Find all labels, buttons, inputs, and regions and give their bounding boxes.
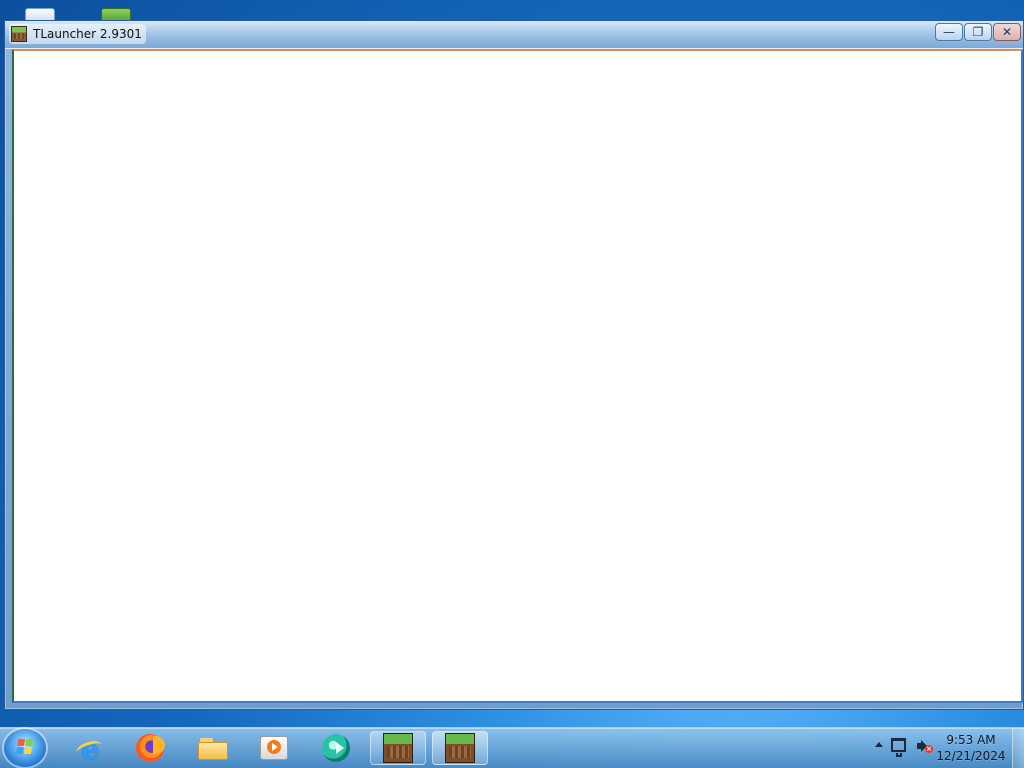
taskbar-item-internet-explorer[interactable] xyxy=(62,731,118,766)
minimize-button[interactable]: — xyxy=(935,23,963,41)
network-icon[interactable] xyxy=(891,738,906,757)
media-player-icon xyxy=(260,736,288,760)
minecraft-block-icon xyxy=(445,733,475,763)
close-icon: ✕ xyxy=(1001,25,1013,39)
minimize-icon: — xyxy=(943,25,955,39)
taskbar: × 9:53 AM 12/21/2024 xyxy=(0,727,1024,768)
window-titlebar[interactable]: TLauncher 2.9301 — ❐ ✕ xyxy=(5,21,1023,49)
internet-explorer-icon xyxy=(76,732,104,766)
desktop: TLauncher 2.9301 — ❐ ✕ e × 9:53 AM 12/21… xyxy=(0,0,1024,768)
taskbar-item-tlauncher-2[interactable] xyxy=(432,731,488,765)
taskbar-item-media-player[interactable] xyxy=(246,731,302,765)
window-content-area[interactable] xyxy=(14,51,1021,701)
tlauncher-icon xyxy=(11,26,27,42)
window-title-area: TLauncher 2.9301 xyxy=(9,24,146,44)
restore-icon: ❐ xyxy=(972,25,984,39)
window-title: TLauncher 2.9301 xyxy=(33,27,142,41)
chat-app-icon xyxy=(322,734,350,762)
clock-time: 9:53 AM xyxy=(946,733,996,747)
maximize-button[interactable]: ❐ xyxy=(964,23,992,41)
tray-expand-icon[interactable] xyxy=(875,742,883,747)
firefox-icon xyxy=(136,734,165,762)
taskbar-item-tlauncher-1[interactable] xyxy=(370,731,426,765)
close-button[interactable]: ✕ xyxy=(993,23,1021,41)
taskbar-item-file-explorer[interactable] xyxy=(185,731,241,765)
window-controls: — ❐ ✕ xyxy=(935,23,1021,41)
tlauncher-window: TLauncher 2.9301 — ❐ ✕ xyxy=(4,20,1024,710)
window-content-frame xyxy=(12,49,1023,703)
windows-logo-icon xyxy=(16,739,34,755)
show-desktop-button[interactable] xyxy=(1012,728,1024,768)
taskbar-item-chat-app[interactable] xyxy=(308,731,364,765)
minecraft-block-icon xyxy=(383,733,413,763)
taskbar-item-firefox[interactable] xyxy=(122,731,178,765)
mute-icon: × xyxy=(925,745,933,753)
start-button[interactable] xyxy=(4,729,46,767)
system-tray: × 9:53 AM 12/21/2024 xyxy=(854,728,1024,768)
taskbar-clock[interactable]: 9:53 AM 12/21/2024 xyxy=(936,732,1006,764)
clock-date: 12/21/2024 xyxy=(936,749,1006,763)
folder-icon xyxy=(198,736,228,760)
